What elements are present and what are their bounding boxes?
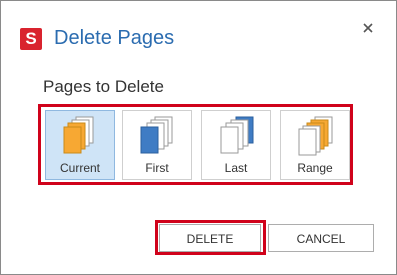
close-button[interactable]	[361, 21, 375, 35]
option-last[interactable]: Last	[201, 110, 271, 180]
option-current-label: Current	[59, 161, 100, 175]
page-range-icon	[298, 116, 333, 156]
option-first-label: First	[145, 161, 169, 175]
close-icon	[363, 23, 373, 33]
option-current[interactable]: Current	[45, 110, 115, 180]
section-label: Pages to Delete	[43, 77, 164, 96]
last-page-icon	[220, 116, 254, 154]
delete-button[interactable]: DELETE	[159, 224, 261, 252]
first-page-icon	[140, 116, 173, 154]
current-pages-icon	[63, 116, 94, 154]
cancel-button[interactable]: CANCEL	[268, 224, 374, 252]
option-range[interactable]: Range	[280, 110, 350, 180]
app-logo: S	[20, 28, 42, 50]
delete-pages-dialog: S Delete Pages Pages to Delete Current F…	[0, 0, 397, 275]
option-first[interactable]: First	[122, 110, 192, 180]
option-last-label: Last	[224, 161, 248, 175]
option-range-label: Range	[297, 161, 333, 175]
dialog-title: Delete Pages	[54, 27, 175, 49]
